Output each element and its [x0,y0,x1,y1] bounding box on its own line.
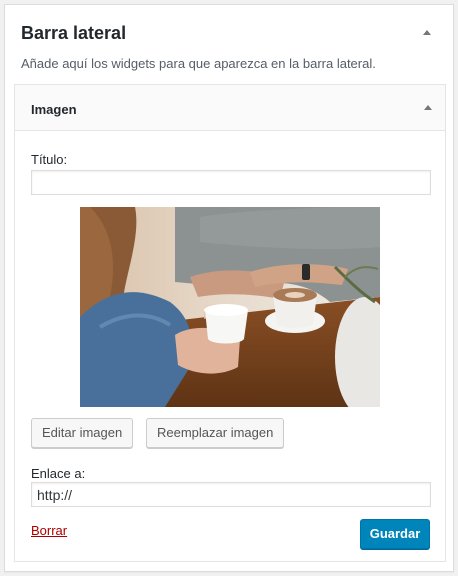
panel-description: Añade aquí los widgets para que aparezca… [21,56,376,71]
title-input[interactable] [31,170,431,195]
widget-image[interactable] [80,207,380,407]
link-input[interactable] [31,482,431,507]
link-field-label: Enlace a: [31,466,86,481]
title-field-label: Título: [31,152,68,167]
widget-toggle-arrow-icon[interactable] [424,105,432,110]
replace-image-button[interactable]: Reemplazar imagen [146,418,285,448]
collapse-arrow-icon[interactable] [423,30,431,35]
widget-header[interactable]: Imagen [15,85,445,131]
panel-title: Barra lateral [21,23,127,43]
save-button[interactable]: Guardar [360,519,430,549]
coffee-photo-icon [80,207,380,407]
sidebar-panel: Barra lateral Añade aquí los widgets par… [4,4,454,572]
delete-link[interactable]: Borrar [31,523,67,538]
widget-title: Imagen [31,102,77,117]
edit-image-button[interactable]: Editar imagen [31,418,134,448]
image-widget: Imagen Título: Editar imagen Reemplazar … [14,84,446,562]
